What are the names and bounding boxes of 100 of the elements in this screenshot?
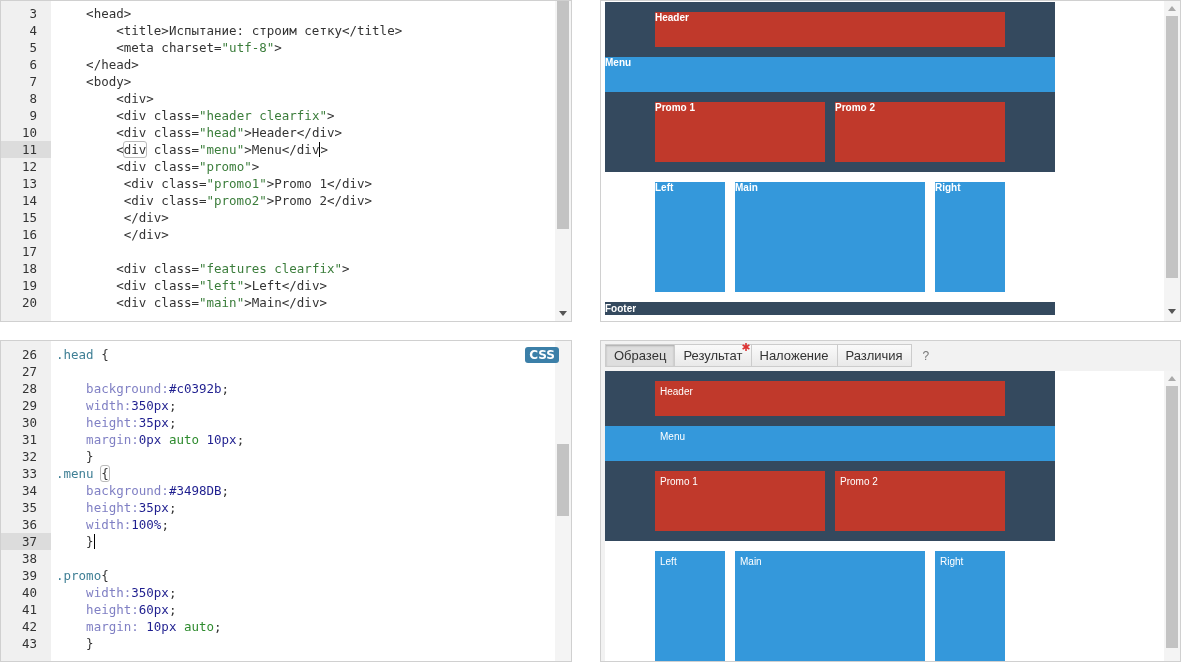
code-line: <body> — [85, 73, 132, 90]
line-number: 8 — [28, 90, 38, 107]
scroll-down-icon[interactable] — [558, 309, 568, 317]
code-line: </head> — [85, 56, 139, 73]
code-line: width:100%; — [85, 516, 169, 533]
scroll-up-icon[interactable] — [1167, 5, 1177, 13]
code-editor[interactable] — [0, 0, 572, 322]
code-line: <div class="promo2">Promo 2</div> — [122, 192, 373, 209]
scrollbar[interactable] — [1164, 1, 1180, 321]
line-number: 32 — [20, 448, 38, 465]
help-link[interactable]: ? — [922, 348, 930, 363]
line-number: 13 — [20, 175, 38, 192]
line-number: 36 — [20, 516, 38, 533]
block-label: Promo 2 — [840, 476, 878, 487]
code-line: height:60px; — [85, 601, 177, 618]
footer-bar: Footer — [605, 302, 1055, 315]
line-number: 11 — [1, 141, 51, 158]
line-number: 18 — [20, 260, 38, 277]
code-line: } — [56, 533, 95, 550]
line-number: 27 — [20, 363, 38, 380]
code-line: <div class="main">Main</div> — [115, 294, 327, 311]
line-number: 43 — [20, 635, 38, 652]
line-number: 19 — [20, 277, 38, 294]
code-line: .head { — [56, 346, 109, 363]
code-line: <head> — [85, 5, 132, 22]
line-number: 4 — [28, 22, 38, 39]
line-number: 33 — [20, 465, 38, 482]
line-number: 40 — [20, 584, 38, 601]
tab[interactable]: Результат — [674, 344, 752, 367]
code-line: </div> — [122, 226, 169, 243]
block-label: Right — [940, 556, 964, 567]
code-line: <div class="promo"> — [115, 158, 260, 175]
line-number: 37 — [1, 533, 51, 550]
line-number: 41 — [20, 601, 38, 618]
code-editor[interactable] — [0, 340, 572, 662]
line-number: 26 — [20, 346, 38, 363]
line-number: 5 — [28, 39, 38, 56]
scroll-up-icon[interactable] — [1167, 375, 1177, 383]
line-number: 14 — [20, 192, 38, 209]
code-line: <div class="promo1">Promo 1</div> — [122, 175, 373, 192]
code-line: height:35px; — [85, 499, 177, 516]
block-label: Header — [660, 386, 693, 397]
code-line: width:350px; — [85, 397, 177, 414]
line-number: 15 — [20, 209, 38, 226]
code-line: width:350px; — [85, 584, 177, 601]
code-line: margin:0px auto 10px; — [85, 431, 245, 448]
code-line: background:#c0392b; — [85, 380, 230, 397]
line-number: 12 — [20, 158, 38, 175]
code-line: margin: 10px auto; — [85, 618, 222, 635]
block-label: Header — [655, 12, 689, 23]
block-label: Left — [655, 182, 674, 193]
line-number: 31 — [20, 431, 38, 448]
language-badge: CSS — [525, 347, 559, 363]
line-number: 9 — [28, 107, 38, 124]
line-number: 42 — [20, 618, 38, 635]
scrollbar[interactable] — [1164, 371, 1180, 661]
block-label: Main — [740, 556, 762, 567]
block-label: Right — [935, 182, 961, 193]
code-line: <div class="menu">Menu</div> — [115, 141, 328, 158]
block-label: Left — [660, 556, 677, 567]
line-number: 10 — [20, 124, 38, 141]
code-line: } — [85, 635, 94, 652]
line-number: 38 — [20, 550, 38, 567]
scroll-down-icon[interactable] — [1167, 307, 1177, 315]
code-line: <meta charset="utf-8"> — [115, 39, 282, 56]
line-number: 29 — [20, 397, 38, 414]
block-label: Promo 1 — [660, 476, 698, 487]
line-number: 3 — [28, 5, 38, 22]
block-label: Main — [735, 182, 758, 193]
asterisk-icon — [741, 343, 750, 351]
code-line: .promo{ — [56, 567, 109, 584]
code-line: <div class="left">Left</div> — [115, 277, 327, 294]
line-number: 17 — [20, 243, 38, 260]
line-number: 34 — [20, 482, 38, 499]
code-line: <div> — [115, 90, 154, 107]
code-line: <div class="features clearfix"> — [115, 260, 350, 277]
code-line: <div class="head">Header</div> — [115, 124, 342, 141]
scrollbar[interactable] — [555, 341, 571, 661]
tab[interactable]: Различия — [836, 344, 912, 367]
line-number: 30 — [20, 414, 38, 431]
line-number: 39 — [20, 567, 38, 584]
line-number: 20 — [20, 294, 38, 311]
code-line: <div class="header clearfix"> — [115, 107, 335, 124]
line-number: 16 — [20, 226, 38, 243]
line-number: 7 — [28, 73, 38, 90]
line-number: 28 — [20, 380, 38, 397]
line-number: 6 — [28, 56, 38, 73]
code-line: } — [85, 448, 94, 465]
block-label: Menu — [660, 431, 685, 442]
scrollbar[interactable] — [555, 1, 571, 321]
tab[interactable]: Образец — [605, 344, 676, 367]
code-line: .menu { — [56, 465, 109, 482]
tab[interactable]: Наложение — [750, 344, 838, 367]
block-label: Promo 1 — [655, 102, 695, 113]
block-label: Promo 2 — [835, 102, 875, 113]
code-line: <title>Испытание: строим сетку</title> — [115, 22, 403, 39]
code-line: height:35px; — [85, 414, 177, 431]
block-label: Menu — [605, 57, 632, 68]
code-line: background:#3498DB; — [85, 482, 230, 499]
code-line: </div> — [122, 209, 169, 226]
